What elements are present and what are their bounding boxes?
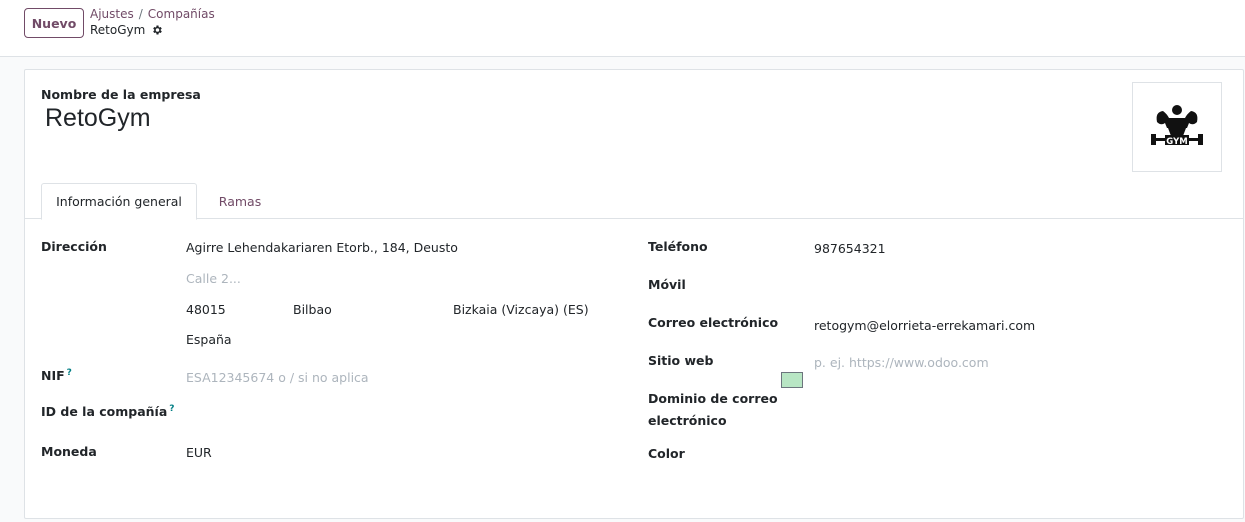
email-label: Correo electrónico: [648, 315, 779, 330]
vat-field[interactable]: ESA12345674 o / si no aplica: [186, 370, 369, 385]
company-id-label: ID de la compañía?: [41, 404, 175, 419]
email-domain-label-line2: electrónico: [648, 413, 727, 428]
breadcrumb: Ajustes / Compañías: [90, 7, 215, 21]
currency-field[interactable]: EUR: [186, 445, 212, 460]
city-field[interactable]: Bilbao: [293, 302, 332, 317]
company-name-field[interactable]: RetoGym: [45, 104, 151, 133]
tab-branches[interactable]: Ramas: [205, 183, 275, 219]
record-name: RetoGym: [90, 23, 146, 37]
street-field[interactable]: Agirre Lehendakariaren Etorb., 184, Deus…: [186, 240, 458, 255]
gear-icon[interactable]: [151, 24, 163, 36]
address-label: Dirección: [41, 239, 107, 254]
phone-label: Teléfono: [648, 239, 708, 254]
mobile-label: Móvil: [648, 277, 686, 292]
currency-label: Moneda: [41, 444, 97, 459]
breadcrumb-separator: /: [138, 7, 143, 21]
street2-field[interactable]: Calle 2...: [186, 271, 241, 286]
state-field[interactable]: Bizkaia (Vizcaya) (ES): [453, 302, 591, 317]
phone-field[interactable]: 987654321: [814, 241, 886, 256]
vat-label: NIF?: [41, 368, 72, 383]
website-field[interactable]: p. ej. https://www.odoo.com: [814, 355, 989, 370]
color-label: Color: [648, 446, 685, 461]
tab-general-information[interactable]: Información general: [41, 183, 197, 220]
color-swatch[interactable]: [781, 372, 803, 388]
country-field[interactable]: España: [186, 332, 232, 347]
vat-help-icon[interactable]: ?: [67, 368, 72, 378]
breadcrumb-companies[interactable]: Compañías: [148, 7, 215, 21]
company-id-help-icon[interactable]: ?: [169, 404, 174, 414]
zip-field[interactable]: 48015: [186, 302, 226, 317]
email-field[interactable]: retogym@elorrieta-errekamari.com: [814, 318, 1035, 333]
form-sheet: Nombre de la empresa RetoGym GYM Informa…: [24, 69, 1244, 519]
breadcrumb-settings[interactable]: Ajustes: [90, 7, 134, 21]
control-panel: Nuevo Ajustes / Compañías RetoGym: [0, 0, 1245, 57]
vat-label-text: NIF: [41, 368, 65, 384]
new-button[interactable]: Nuevo: [24, 8, 84, 38]
form-tabs: Información general Ramas: [25, 183, 1243, 220]
website-label: Sitio web: [648, 353, 714, 368]
company-logo[interactable]: GYM: [1132, 82, 1222, 172]
company-id-label-text: ID de la compañía: [41, 404, 168, 420]
company-name-label: Nombre de la empresa: [41, 87, 201, 102]
gym-logo-icon: GYM: [1151, 105, 1203, 147]
svg-text:GYM: GYM: [1166, 137, 1187, 147]
current-record: RetoGym: [90, 23, 163, 37]
email-domain-label: Dominio de correo: [648, 391, 778, 406]
